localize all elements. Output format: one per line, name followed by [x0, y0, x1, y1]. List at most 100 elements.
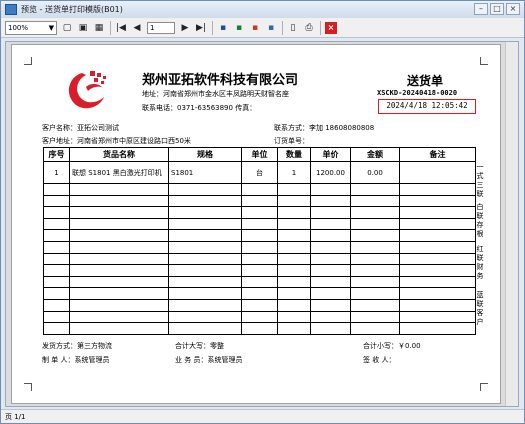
copy-label-blue: 蓝联客户 [476, 291, 484, 326]
table-row [43, 183, 476, 196]
cell-unit: 台 [241, 161, 278, 184]
cell-name: 联想 S1801 黑白激光打印机 [69, 161, 169, 184]
cell-spec: S1801 [168, 161, 242, 184]
column-header: 备注 [399, 147, 476, 162]
customer-address-label: 客户地址： [42, 137, 77, 145]
table-row [43, 310, 476, 324]
status-bar: 页 1/1 [1, 409, 524, 423]
column-header: 数量 [277, 147, 311, 162]
page-info: 页 1/1 [5, 412, 26, 421]
table-row [43, 194, 476, 208]
title-bar: 预览 - 送货单打印模版(B01) – □ × [1, 1, 524, 18]
document-number: XSCKD-20240418-0020 [377, 89, 458, 97]
table-row [43, 275, 476, 289]
signee: 签 收 人： [363, 356, 396, 364]
single-page-icon[interactable]: ▢ [61, 22, 73, 34]
order-number-label: 订货单号： [274, 137, 309, 145]
table-row [43, 264, 476, 277]
print-icon[interactable]: ⎙ [303, 22, 315, 34]
maximize-button[interactable]: □ [490, 3, 504, 15]
crop-mark [480, 383, 488, 391]
table-row [43, 287, 476, 300]
table-row [43, 322, 476, 335]
customer-name-label: 客户名称： [42, 124, 77, 132]
crop-mark [24, 57, 32, 65]
first-page-icon[interactable]: |◀ [115, 22, 127, 34]
toolbar-separator [320, 20, 321, 35]
document-title: 送货单 [407, 74, 444, 88]
last-page-icon[interactable]: ▶| [195, 22, 207, 34]
company-name: 郑州亚拓软件科技有限公司 [142, 73, 299, 88]
company-address: 地址：河南省郑州市金水区丰凤路明天财智名座 [142, 90, 289, 98]
multi-page-icon[interactable]: ▦ [93, 22, 105, 34]
items-table: 序号 货品名称 规格 单位 数量 单价 金额 备注 1 联想 S1801 黑白激… [43, 147, 476, 335]
prev-page-icon[interactable]: ◀ [131, 22, 143, 34]
cell-remark [399, 161, 476, 184]
company-phone: 联系电话：0371-63563890 传真： [142, 104, 257, 112]
customer-contact-label: 联系方式： [274, 124, 309, 132]
paper-page: 郑州亚拓软件科技有限公司 地址：河南省郑州市金水区丰凤路明天财智名座 联系电话：… [11, 44, 501, 404]
zoom-value: 100% [8, 23, 29, 32]
table-row [43, 229, 476, 242]
two-page-icon[interactable]: ▣ [77, 22, 89, 34]
export-icon[interactable]: ▪ [265, 22, 277, 34]
minimize-button[interactable]: – [474, 3, 488, 15]
crop-mark [480, 57, 488, 65]
customer-contact: 联系方式：李加 18608080808 [274, 123, 374, 133]
customer-name: 客户名称：亚拓公司测试 [42, 123, 119, 133]
window-title: 预览 - 送货单打印模版(B01) [21, 5, 123, 14]
customer-contact-value: 李加 18608080808 [309, 124, 375, 132]
total-in-words: 合计大写：零整 [175, 342, 224, 350]
pdf-icon[interactable]: ▪ [249, 22, 261, 34]
toolbar-separator [110, 20, 111, 35]
close-button[interactable]: × [506, 3, 520, 15]
preview-area[interactable]: 郑州亚拓软件科技有限公司 地址：河南省郑州市金水区丰凤路明天财智名座 联系电话：… [5, 41, 519, 407]
toolbar: 100% ▼ ▢ ▣ ▦ |◀ ◀ 1 ▶ ▶| ▪ ▪ ▪ ▪ ▯ ⎙ × [1, 18, 524, 38]
save-icon[interactable]: ▪ [217, 22, 229, 34]
close-icon[interactable]: × [325, 21, 337, 34]
chevron-down-icon: ▼ [48, 23, 54, 32]
total-in-figures: 合计小写：￥0.00 [363, 342, 421, 350]
zoom-select[interactable]: 100% ▼ [5, 20, 57, 35]
toolbar-separator [282, 20, 283, 35]
table-row [43, 298, 476, 312]
table-row [43, 217, 476, 231]
column-header: 货品名称 [69, 147, 169, 162]
shipping-method: 发货方式：第三方物流 [42, 342, 112, 350]
copy-label-total: 一式三联 [476, 163, 484, 198]
salesperson: 业 务 员：系统管理员 [175, 356, 243, 364]
cell-amount: 0.00 [350, 161, 400, 184]
crop-mark [24, 383, 32, 391]
document-maker: 制 单 人：系统管理员 [42, 356, 110, 364]
customer-address: 客户地址：河南省郑州市中原区建设路口西50米 [42, 136, 191, 146]
column-header: 单位 [241, 147, 278, 162]
cell-price: 1200.00 [310, 161, 351, 184]
order-number: 订货单号： [274, 136, 309, 146]
column-header: 金额 [350, 147, 400, 162]
table-row: 1 联想 S1801 黑白激光打印机 S1801 台 1 1200.00 0.0… [43, 161, 476, 184]
column-header: 序号 [43, 147, 70, 162]
document-date: 2024/4/18 12:05:42 [378, 99, 476, 114]
table-row [43, 206, 476, 219]
toolbar-separator [212, 20, 213, 35]
customer-address-value: 河南省郑州市中原区建设路口西50米 [77, 137, 191, 145]
vertical-scrollbar[interactable] [505, 42, 518, 406]
excel-icon[interactable]: ▪ [233, 22, 245, 34]
column-header: 规格 [168, 147, 242, 162]
column-header: 单价 [310, 147, 351, 162]
preview-window: 预览 - 送货单打印模版(B01) – □ × 100% ▼ ▢ ▣ ▦ |◀ … [0, 0, 525, 424]
next-page-icon[interactable]: ▶ [179, 22, 191, 34]
customer-name-value: 亚拓公司测试 [77, 124, 119, 132]
table-header: 序号 货品名称 规格 单位 数量 单价 金额 备注 [43, 147, 476, 162]
cell-qty: 1 [277, 161, 311, 184]
cell-no: 1 [43, 161, 70, 184]
copy-label-red: 红联财务 [476, 245, 484, 280]
page-setup-icon[interactable]: ▯ [287, 22, 299, 34]
app-icon [5, 4, 17, 15]
table-row [43, 240, 476, 254]
page-input[interactable]: 1 [147, 21, 175, 34]
copy-label-white: 白联存根 [476, 203, 484, 238]
company-logo-icon [68, 71, 106, 109]
table-row [43, 252, 476, 266]
window-controls: – □ × [472, 3, 520, 15]
